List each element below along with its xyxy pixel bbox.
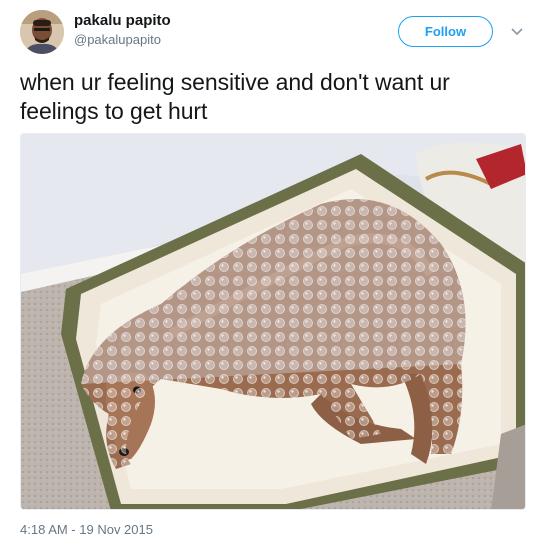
follow-button[interactable]: Follow bbox=[398, 16, 493, 47]
author-handle[interactable]: @pakalupapito bbox=[74, 32, 161, 47]
avatar-image bbox=[20, 10, 64, 54]
chevron-down-icon[interactable] bbox=[507, 22, 527, 42]
tweet-timestamp[interactable]: 4:18 AM - 19 Nov 2015 bbox=[20, 522, 153, 537]
tweet-photo[interactable] bbox=[20, 133, 526, 510]
avatar[interactable] bbox=[20, 10, 64, 54]
photo-dog-bubble-wrap bbox=[21, 134, 525, 509]
tweet-text: when ur feeling sensitive and don't want… bbox=[20, 69, 450, 124]
author-display-name[interactable]: pakalu papito bbox=[74, 12, 171, 29]
